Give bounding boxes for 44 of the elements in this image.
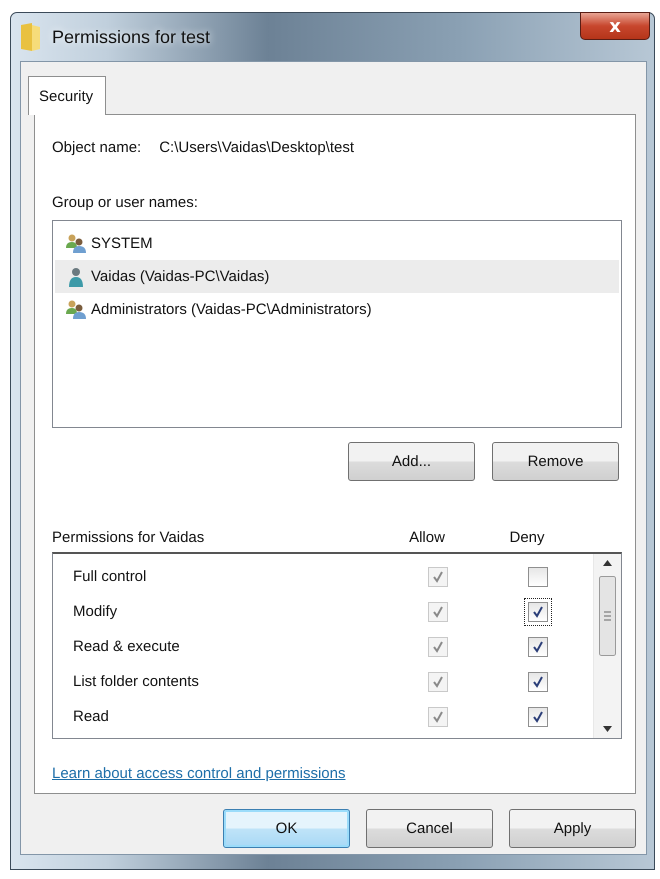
check-icon [531,710,545,724]
column-header: Allow [408,529,446,546]
permission-name: Read & execute [73,638,181,655]
action-button[interactable]: Remove [492,442,619,481]
permission-name: Full control [73,568,148,585]
permission-name: Modify [73,603,118,620]
users-icon [65,232,87,254]
users-icon [65,298,87,320]
scroll-thumb[interactable] [599,576,616,656]
permission-name: List folder contents [73,673,200,690]
check-icon [431,570,445,584]
check-icon [431,674,445,688]
column-header: Permissions for Vaidas [52,529,206,546]
check-icon [531,604,545,618]
up-arrow-icon[interactable] [603,560,612,566]
dialog-button[interactable]: OK [223,809,350,848]
section-label: Group or user names: [52,194,199,211]
permission-name: Read [73,708,110,725]
check-icon [531,640,545,654]
check-icon [431,604,445,618]
user-row[interactable]: Administrators (Vaidas-PC\Administrators) [55,293,619,326]
tab[interactable]: Security [28,76,106,115]
window-title: Permissions for test [52,26,210,48]
help-link[interactable]: Learn about access control and permissions [52,765,346,782]
dialog-button[interactable]: Cancel [366,809,493,848]
checkbox[interactable] [528,566,548,586]
user-row[interactable]: Vaidas (Vaidas-PC\Vaidas) [55,260,619,293]
object-path: C:\Users\Vaidas\Desktop\test [159,139,354,156]
down-arrow-icon[interactable] [603,726,612,732]
check-icon [531,674,545,688]
check-icon [431,710,445,724]
column-header: Deny [508,529,546,546]
scrollbar[interactable] [593,554,621,738]
folder-icon [20,22,42,52]
close-button[interactable]: x [580,12,650,40]
checkbox[interactable] [528,672,548,692]
dialog-button[interactable]: Apply [509,809,636,848]
checkbox[interactable] [528,636,548,656]
check-icon [431,640,445,654]
checkbox[interactable] [528,706,548,726]
checkbox[interactable] [528,602,548,622]
field-label: Object name: [52,139,142,156]
user-row[interactable]: SYSTEM [55,227,619,260]
action-button[interactable]: Add... [348,442,475,481]
